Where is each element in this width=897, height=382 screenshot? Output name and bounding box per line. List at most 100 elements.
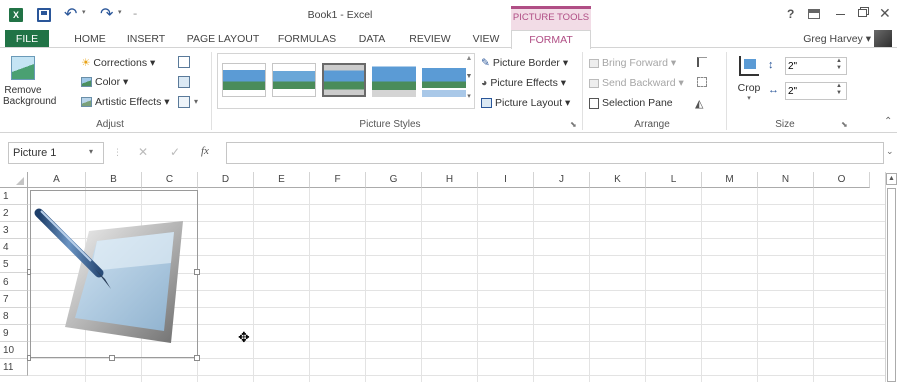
column-header-e[interactable]: E	[254, 172, 310, 188]
height-spinner-icon[interactable]: ▲ ▼	[836, 58, 842, 72]
tab-file[interactable]: FILE	[5, 30, 49, 48]
picture-border-button[interactable]: ✎ Picture Border ▾	[481, 56, 568, 70]
close-icon[interactable]: ✕	[879, 5, 891, 22]
picture-layout-label: Picture Layout	[495, 97, 563, 109]
undo-icon[interactable]: ↶	[64, 4, 77, 24]
cancel-icon[interactable]: ✕	[138, 145, 148, 159]
tab-format[interactable]: FORMAT	[511, 30, 591, 49]
name-box-dropdown-icon[interactable]: ▾	[89, 147, 93, 156]
column-header-k[interactable]: K	[590, 172, 646, 188]
restore-icon[interactable]	[858, 9, 867, 17]
expand-formula-bar-icon[interactable]: ⌄	[886, 146, 894, 157]
width-spinner-icon[interactable]: ▲ ▼	[836, 83, 842, 97]
resize-handle-left-middle[interactable]	[27, 269, 31, 275]
tab-formulas[interactable]: FORMULAS	[276, 30, 338, 48]
column-header-c[interactable]: C	[142, 172, 198, 188]
ribbon-display-options-icon[interactable]	[808, 9, 820, 19]
save-icon[interactable]	[37, 8, 51, 22]
style-thumbnail-5[interactable]	[422, 63, 466, 97]
row-header-8[interactable]: 8	[0, 307, 28, 325]
picture-effects-button[interactable]: ◕ Picture Effects ▾	[481, 76, 566, 90]
column-header-g[interactable]: G	[366, 172, 422, 188]
redo-dropdown-icon[interactable]: ▾	[118, 8, 122, 16]
corrections-button[interactable]: ☀ Corrections ▾	[81, 56, 155, 70]
gallery-scroll-up-icon[interactable]: ▲	[464, 55, 474, 71]
align-icon[interactable]	[697, 57, 707, 67]
column-header-a[interactable]: A	[28, 172, 86, 188]
resize-handle-right-middle[interactable]	[194, 269, 200, 275]
color-button[interactable]: Color ▾	[81, 75, 128, 89]
column-header-i[interactable]: I	[478, 172, 534, 188]
picture-1[interactable]	[30, 190, 198, 358]
column-header-d[interactable]: D	[198, 172, 254, 188]
resize-handle-bottom-middle[interactable]	[109, 355, 115, 361]
style-thumbnail-1[interactable]	[222, 63, 266, 97]
formula-input[interactable]	[226, 142, 884, 164]
worksheet-grid[interactable]: ABCDEFGHIJKLMNO 1 2 3 4 5 6 7 8 9 10 11 ✥	[0, 172, 897, 382]
crop-button[interactable]: Crop ▾	[733, 56, 765, 112]
group-objects-icon[interactable]	[697, 77, 707, 87]
column-header-o[interactable]: O	[814, 172, 870, 188]
change-picture-icon[interactable]	[178, 76, 190, 88]
select-all-triangle-icon	[16, 177, 24, 185]
collapse-ribbon-icon[interactable]: ⌃	[884, 116, 892, 127]
row-header-2[interactable]: 2	[0, 205, 28, 223]
row-header-9[interactable]: 9	[0, 324, 28, 342]
scroll-thumb[interactable]	[887, 188, 896, 382]
column-header-h[interactable]: H	[422, 172, 478, 188]
name-box[interactable]: Picture 1 ▾	[8, 142, 104, 164]
resize-handle-bottom-right[interactable]	[194, 355, 200, 361]
bring-forward-button[interactable]: Bring Forward ▾	[589, 56, 676, 70]
help-icon[interactable]: ?	[787, 7, 794, 21]
avatar[interactable]	[874, 30, 892, 47]
style-thumbnail-3[interactable]	[322, 63, 366, 97]
reset-picture-dropdown-icon[interactable]: ▾	[194, 97, 198, 106]
style-thumbnail-2[interactable]	[272, 63, 316, 97]
column-header-m[interactable]: M	[702, 172, 758, 188]
column-header-b[interactable]: B	[86, 172, 142, 188]
scroll-up-icon[interactable]: ▲	[886, 173, 897, 185]
column-header-j[interactable]: J	[534, 172, 590, 188]
insert-function-icon[interactable]: fx	[201, 145, 209, 157]
row-header-6[interactable]: 6	[0, 273, 28, 291]
tab-review[interactable]: REVIEW	[404, 30, 456, 48]
picture-tools-label: PICTURE TOOLS	[512, 12, 590, 23]
tab-view[interactable]: VIEW	[466, 30, 506, 48]
column-header-n[interactable]: N	[758, 172, 814, 188]
tab-page-layout[interactable]: PAGE LAYOUT	[183, 30, 263, 48]
style-thumbnail-4[interactable]	[372, 63, 416, 97]
undo-dropdown-icon[interactable]: ▾	[82, 8, 86, 16]
customize-qat-icon[interactable]: ₌	[133, 8, 137, 17]
dialog-launcher-icon[interactable]: ⬊	[570, 120, 577, 129]
send-backward-button[interactable]: Send Backward ▾	[589, 76, 684, 90]
row-header-3[interactable]: 3	[0, 222, 28, 240]
minimize-icon[interactable]	[836, 14, 845, 15]
column-header-f[interactable]: F	[310, 172, 366, 188]
compress-pictures-icon[interactable]	[178, 56, 190, 68]
row-header-1[interactable]: 1	[0, 188, 28, 206]
row-header-5[interactable]: 5	[0, 256, 28, 274]
redo-icon[interactable]: ↷	[100, 4, 113, 24]
gallery-more-icon[interactable]: ▾	[464, 92, 474, 108]
row-header-4[interactable]: 4	[0, 239, 28, 257]
rotate-icon[interactable]: ◭	[695, 97, 703, 110]
resize-handle-bottom-left[interactable]	[27, 355, 31, 361]
reset-picture-icon[interactable]	[178, 96, 190, 108]
row-header-10[interactable]: 10	[0, 341, 28, 359]
tab-data[interactable]: DATA	[352, 30, 392, 48]
selection-pane-button[interactable]: Selection Pane	[589, 96, 673, 110]
row-header-11[interactable]: 11	[0, 359, 28, 377]
select-all-corner[interactable]	[0, 172, 28, 188]
tab-insert[interactable]: INSERT	[122, 30, 170, 48]
column-header-l[interactable]: L	[646, 172, 702, 188]
size-dialog-launcher-icon[interactable]: ⬊	[841, 120, 848, 129]
crop-label: Crop	[737, 82, 761, 94]
picture-layout-button[interactable]: Picture Layout ▾	[481, 96, 570, 110]
user-name[interactable]: Greg Harvey ▾	[793, 30, 871, 48]
row-header-7[interactable]: 7	[0, 290, 28, 308]
enter-icon[interactable]: ✓	[170, 145, 180, 159]
artistic-effects-button[interactable]: Artistic Effects ▾	[81, 95, 170, 109]
tab-home[interactable]: HOME	[68, 30, 112, 48]
remove-background-button[interactable]: Remove Background	[3, 53, 56, 111]
gallery-scroll-down-icon[interactable]: ▼	[464, 73, 474, 89]
